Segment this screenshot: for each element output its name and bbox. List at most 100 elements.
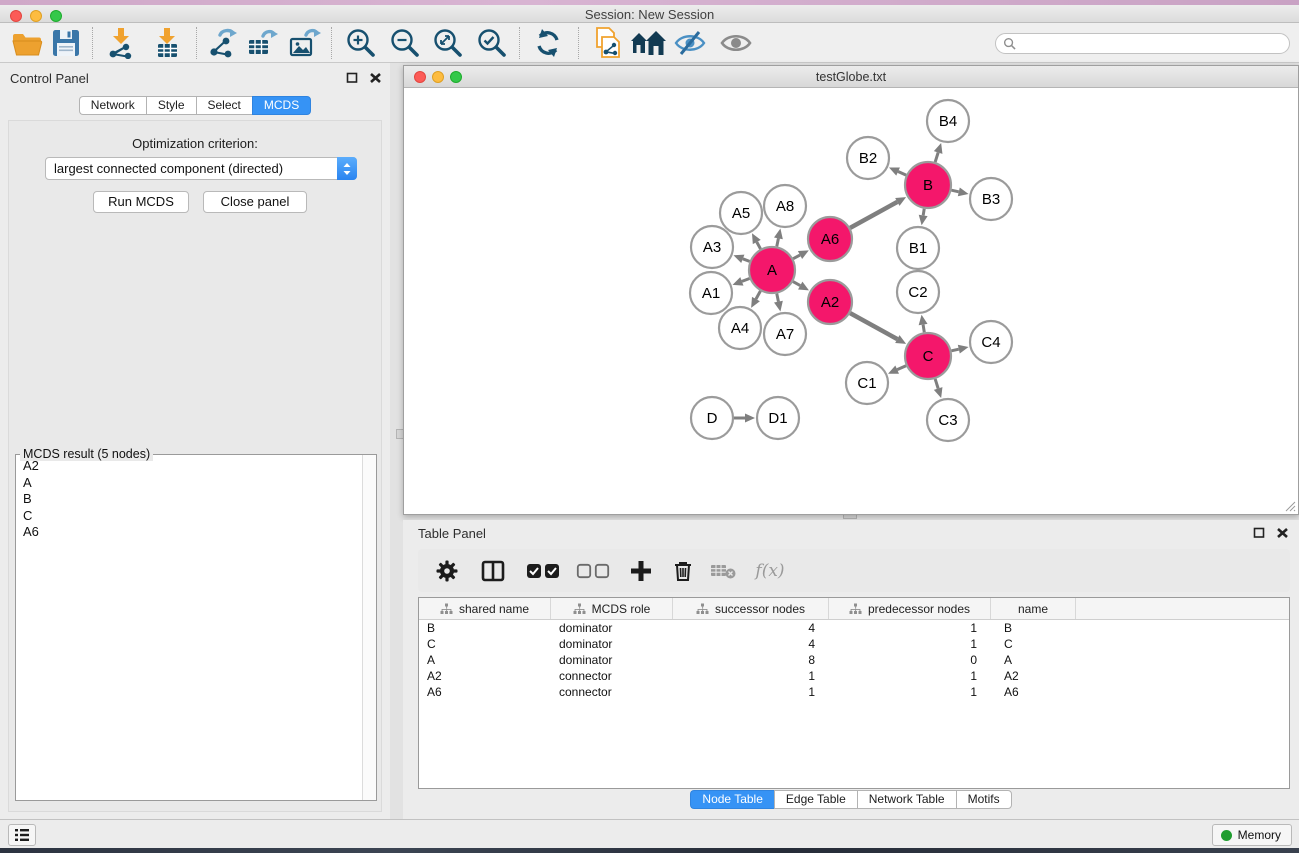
tab-style[interactable]: Style	[146, 96, 196, 115]
cell-successor-nodes[interactable]: 4	[673, 636, 829, 652]
column-header-MCDS-role[interactable]: MCDS role	[551, 598, 673, 619]
cell-name[interactable]: A2	[991, 668, 1076, 684]
result-list-item[interactable]: B	[16, 491, 363, 508]
cell-name[interactable]: B	[991, 620, 1076, 636]
gear-icon[interactable]	[434, 558, 460, 584]
window-resize-grip[interactable]	[1284, 500, 1296, 512]
edge-C-C2[interactable]	[923, 325, 924, 333]
table-row[interactable]: Adominator80A	[419, 652, 1289, 668]
export-network-icon[interactable]	[205, 26, 241, 60]
table-row[interactable]: A6connector11A6	[419, 684, 1289, 700]
delete-column-icon[interactable]	[670, 558, 696, 584]
show-details-icon[interactable]	[718, 26, 754, 60]
cell-predecessor-nodes[interactable]: 1	[829, 668, 991, 684]
cell-shared-name[interactable]: A2	[419, 668, 551, 684]
edge-C-C1[interactable]	[897, 366, 906, 370]
edge-B-B2[interactable]	[898, 172, 906, 176]
tab-motifs[interactable]: Motifs	[956, 790, 1012, 809]
edge-A-A4[interactable]	[756, 291, 760, 299]
cell-name[interactable]: C	[991, 636, 1076, 652]
table-row[interactable]: Cdominator41C	[419, 636, 1289, 652]
float-panel-icon[interactable]	[1253, 527, 1266, 539]
home-icon[interactable]	[630, 26, 666, 60]
tab-network-table[interactable]: Network Table	[857, 790, 956, 809]
edge-A-A3[interactable]	[743, 259, 750, 262]
mcds-result-list[interactable]: A2ABCA6	[16, 455, 363, 800]
search-field[interactable]	[995, 33, 1290, 54]
zoom-fit-icon[interactable]	[430, 26, 466, 60]
cell-MCDS-role[interactable]: dominator	[551, 620, 673, 636]
cell-MCDS-role[interactable]: dominator	[551, 636, 673, 652]
edge-C-C4[interactable]	[951, 349, 958, 351]
column-header-successor-nodes[interactable]: successor nodes	[673, 598, 829, 619]
tab-edge-table[interactable]: Edge Table	[774, 790, 857, 809]
close-panel-button[interactable]: Close panel	[203, 191, 307, 213]
cell-successor-nodes[interactable]: 8	[673, 652, 829, 668]
import-network-icon[interactable]	[103, 26, 139, 60]
search-input[interactable]	[1020, 37, 1289, 51]
cell-MCDS-role[interactable]: connector	[551, 684, 673, 700]
edge-A6-B[interactable]	[850, 202, 897, 228]
table-row[interactable]: Bdominator41B	[419, 620, 1289, 636]
add-column-icon[interactable]	[628, 558, 654, 584]
optimization-criterion-select[interactable]: largest connected component (directed)	[45, 157, 357, 180]
edge-A-A7[interactable]	[777, 294, 779, 302]
float-panel-icon[interactable]	[346, 72, 359, 84]
select-all-columns-icon[interactable]	[524, 558, 562, 584]
close-panel-icon[interactable]	[369, 72, 382, 84]
edge-A-A6[interactable]	[793, 255, 800, 259]
result-list-item[interactable]: C	[16, 508, 363, 525]
cell-predecessor-nodes[interactable]: 1	[829, 684, 991, 700]
cell-predecessor-nodes[interactable]: 1	[829, 636, 991, 652]
node-table[interactable]: shared nameMCDS rolesuccessor nodesprede…	[418, 597, 1290, 789]
export-image-icon[interactable]	[287, 26, 323, 60]
edge-A2-C[interactable]	[850, 313, 897, 339]
memory-button[interactable]: Memory	[1212, 824, 1292, 846]
tab-select[interactable]: Select	[196, 96, 252, 115]
cell-successor-nodes[interactable]: 1	[673, 684, 829, 700]
task-history-button[interactable]	[8, 824, 36, 846]
column-header-shared-name[interactable]: shared name	[419, 598, 551, 619]
zoom-in-icon[interactable]	[343, 26, 379, 60]
network-canvas[interactable]: B4B2BB3A8A5A6A3B1AA1C2A2A4A7C4CC1C3DD1	[404, 88, 1298, 514]
zoom-selected-icon[interactable]	[474, 26, 510, 60]
column-header-name[interactable]: name	[991, 598, 1076, 619]
tab-mcds[interactable]: MCDS	[252, 96, 311, 115]
export-table-icon[interactable]	[244, 26, 280, 60]
column-header-predecessor-nodes[interactable]: predecessor nodes	[829, 598, 991, 619]
open-folder-icon[interactable]	[9, 26, 45, 60]
save-session-icon[interactable]	[48, 26, 84, 60]
cell-shared-name[interactable]: A6	[419, 684, 551, 700]
split-columns-icon[interactable]	[480, 558, 506, 584]
run-mcds-button[interactable]: Run MCDS	[93, 191, 189, 213]
tab-network[interactable]: Network	[79, 96, 146, 115]
result-list-item[interactable]: A	[16, 475, 363, 492]
close-panel-icon[interactable]	[1276, 527, 1289, 539]
import-table-icon[interactable]	[149, 26, 185, 60]
result-list-scrollbar[interactable]	[362, 455, 376, 800]
cell-MCDS-role[interactable]: dominator	[551, 652, 673, 668]
refresh-icon[interactable]	[530, 26, 566, 60]
edge-A-A2[interactable]	[793, 282, 800, 286]
cell-name[interactable]: A	[991, 652, 1076, 668]
network-graph[interactable]: B4B2BB3A8A5A6A3B1AA1C2A2A4A7C4CC1C3DD1	[404, 88, 1298, 514]
tab-node-table[interactable]: Node Table	[690, 790, 774, 809]
cell-successor-nodes[interactable]: 4	[673, 620, 829, 636]
cell-shared-name[interactable]: A	[419, 652, 551, 668]
table-row[interactable]: A2connector11A2	[419, 668, 1289, 684]
zoom-out-icon[interactable]	[387, 26, 423, 60]
cell-shared-name[interactable]: C	[419, 636, 551, 652]
edge-B-B3[interactable]	[951, 190, 958, 192]
network-document-icon[interactable]	[590, 26, 626, 60]
cell-predecessor-nodes[interactable]: 1	[829, 620, 991, 636]
cell-predecessor-nodes[interactable]: 0	[829, 652, 991, 668]
deselect-all-columns-icon[interactable]	[574, 558, 612, 584]
result-list-item[interactable]: A6	[16, 524, 363, 541]
edge-A-A1[interactable]	[742, 278, 750, 281]
cell-MCDS-role[interactable]: connector	[551, 668, 673, 684]
edge-A-A8[interactable]	[777, 238, 779, 246]
edge-C-C3[interactable]	[935, 379, 938, 389]
hide-details-icon[interactable]	[672, 26, 708, 60]
edge-B-B1[interactable]	[923, 209, 924, 216]
cell-shared-name[interactable]: B	[419, 620, 551, 636]
